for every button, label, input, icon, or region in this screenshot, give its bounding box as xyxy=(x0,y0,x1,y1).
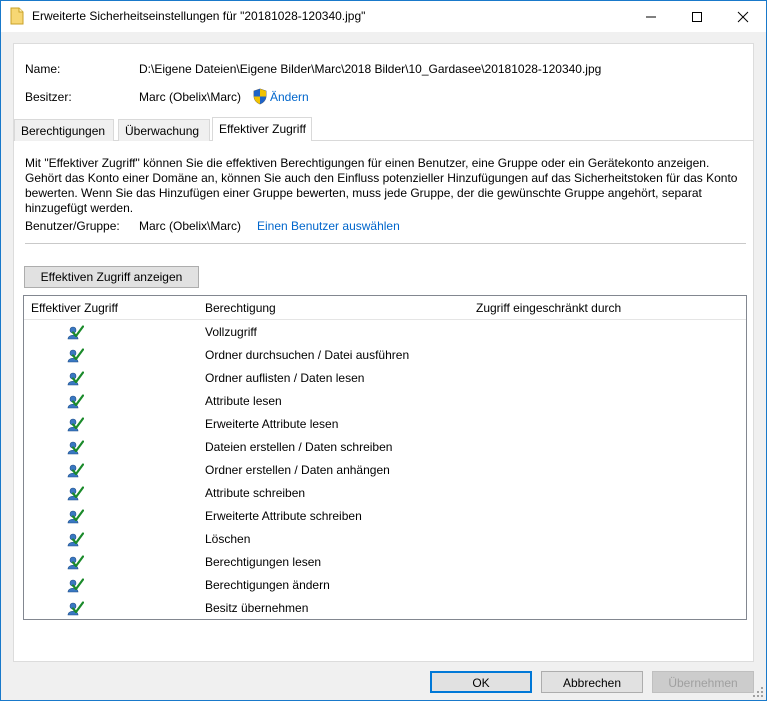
permission-label: Erweiterte Attribute schreiben xyxy=(205,509,362,523)
user-check-icon xyxy=(67,417,84,432)
permission-label: Attribute schreiben xyxy=(205,486,306,500)
user-check-icon xyxy=(67,463,84,478)
ok-button[interactable]: OK xyxy=(430,671,532,693)
show-effective-access-button[interactable]: Effektiven Zugriff anzeigen xyxy=(24,266,199,288)
user-check-icon xyxy=(67,601,84,616)
table-row[interactable]: Vollzugriff xyxy=(24,321,746,344)
resize-grip-icon[interactable] xyxy=(752,686,764,698)
table-row[interactable]: Besitz übernehmen xyxy=(24,597,746,620)
user-check-icon xyxy=(67,325,84,340)
maximize-button[interactable] xyxy=(674,1,720,32)
cancel-button[interactable]: Abbrechen xyxy=(541,671,643,693)
window-title: Erweiterte Sicherheitseinstellungen für … xyxy=(32,9,366,23)
user-check-icon xyxy=(67,486,84,501)
table-row[interactable]: Dateien erstellen / Daten schreiben xyxy=(24,436,746,459)
file-icon xyxy=(10,7,24,25)
minimize-button[interactable] xyxy=(628,1,674,32)
permission-label: Erweiterte Attribute lesen xyxy=(205,417,339,431)
owner-label: Besitzer: xyxy=(25,90,72,104)
minimize-icon xyxy=(646,16,656,18)
table-row[interactable]: Berechtigungen lesen xyxy=(24,551,746,574)
tab-permissions[interactable]: Berechtigungen xyxy=(14,119,114,141)
user-check-icon xyxy=(67,394,84,409)
change-owner-link[interactable]: Ändern xyxy=(270,90,309,104)
permission-label: Löschen xyxy=(205,532,251,546)
user-group-value: Marc (Obelix\Marc) xyxy=(139,219,242,233)
user-check-icon xyxy=(67,348,84,363)
description-text: Mit "Effektiver Zugriff" können Sie die … xyxy=(25,156,738,215)
table-row[interactable]: Ordner durchsuchen / Datei ausführen xyxy=(24,344,746,367)
apply-button[interactable]: Übernehmen xyxy=(652,671,754,693)
permission-label: Ordner auflisten / Daten lesen xyxy=(205,371,365,385)
tab-effective-access[interactable]: Effektiver Zugriff xyxy=(212,117,312,141)
select-user-link[interactable]: Einen Benutzer auswählen xyxy=(257,219,400,233)
close-button[interactable] xyxy=(720,1,766,32)
table-row[interactable]: Attribute lesen xyxy=(24,390,746,413)
effective-access-grid[interactable]: Effektiver Zugriff Berechtigung Zugriff … xyxy=(23,295,747,620)
column-header-restricted-by[interactable]: Zugriff eingeschränkt durch xyxy=(476,301,621,315)
name-label: Name: xyxy=(25,62,61,76)
table-row[interactable]: Ordner auflisten / Daten lesen xyxy=(24,367,746,390)
separator xyxy=(25,243,746,244)
advanced-security-dialog: Erweiterte Sicherheitseinstellungen für … xyxy=(0,0,767,701)
permission-label: Berechtigungen ändern xyxy=(205,578,330,592)
grid-header: Effektiver Zugriff Berechtigung Zugriff … xyxy=(24,296,746,320)
column-header-permission[interactable]: Berechtigung xyxy=(205,301,276,315)
permission-label: Berechtigungen lesen xyxy=(205,555,322,569)
user-check-icon xyxy=(67,555,84,570)
user-check-icon xyxy=(67,532,84,547)
permission-label: Ordner durchsuchen / Datei ausführen xyxy=(205,348,410,362)
table-row[interactable]: Löschen xyxy=(24,528,746,551)
table-row[interactable]: Ordner erstellen / Daten anhängen xyxy=(24,459,746,482)
permission-label: Dateien erstellen / Daten schreiben xyxy=(205,440,393,454)
user-check-icon xyxy=(67,578,84,593)
close-icon xyxy=(737,11,749,23)
maximize-icon xyxy=(692,12,702,22)
permission-label: Attribute lesen xyxy=(205,394,282,408)
table-row[interactable]: Erweiterte Attribute schreiben xyxy=(24,505,746,528)
user-group-label: Benutzer/Gruppe: xyxy=(25,219,120,233)
user-check-icon xyxy=(67,371,84,386)
permission-label: Vollzugriff xyxy=(205,325,257,339)
table-row[interactable]: Attribute schreiben xyxy=(24,482,746,505)
permission-label: Besitz übernehmen xyxy=(205,601,309,615)
uac-shield-icon xyxy=(253,88,267,105)
title-bar[interactable]: Erweiterte Sicherheitseinstellungen für … xyxy=(1,1,766,32)
user-check-icon xyxy=(67,440,84,455)
column-header-effective-access[interactable]: Effektiver Zugriff xyxy=(31,301,118,315)
table-row[interactable]: Erweiterte Attribute lesen xyxy=(24,413,746,436)
owner-value: Marc (Obelix\Marc) xyxy=(139,90,242,104)
tab-auditing[interactable]: Überwachung xyxy=(118,119,210,141)
name-value: D:\Eigene Dateien\Eigene Bilder\Marc\201… xyxy=(139,62,602,76)
permission-label: Ordner erstellen / Daten anhängen xyxy=(205,463,390,477)
table-row[interactable]: Berechtigungen ändern xyxy=(24,574,746,597)
user-check-icon xyxy=(67,509,84,524)
